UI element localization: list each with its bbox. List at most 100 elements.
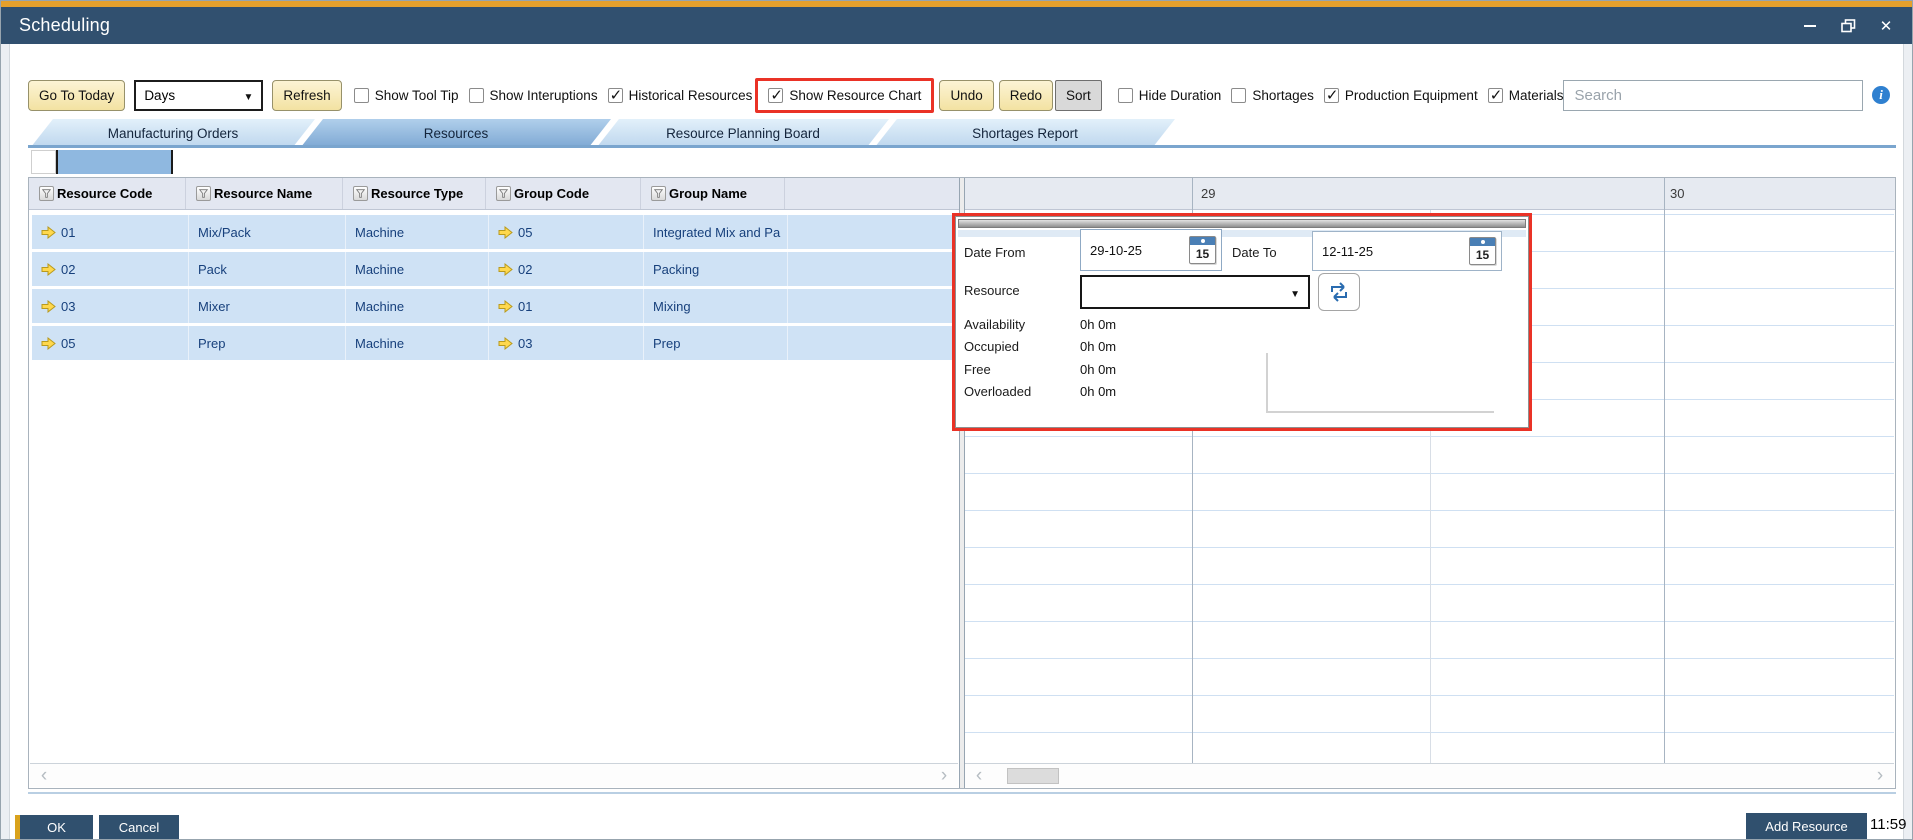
highlight-resource-chart-panel: Date From 29-10-25 15 Date To 12-11-25 1…	[952, 213, 1532, 431]
cell-group-name: Mixing	[653, 299, 691, 314]
table-row[interactable]: 02 Pack Machine 02 Packing	[32, 252, 957, 286]
cell-group-code: 05	[518, 225, 532, 240]
timeline-horizontal-scrollbar[interactable]	[965, 763, 1894, 787]
left-gutter	[1, 44, 10, 839]
checkbox-shortages[interactable]: Shortages	[1231, 88, 1314, 103]
checkbox-box	[608, 88, 623, 103]
table-row[interactable]: 03 Mixer Machine 01 Mixing	[32, 289, 957, 323]
cell-group-name: Integrated Mix and Pa	[653, 225, 780, 240]
occupied-value: 0h 0m	[1080, 339, 1116, 354]
date-to-label: Date To	[1232, 245, 1277, 260]
info-icon[interactable]	[1872, 86, 1890, 104]
tab-shortages-report[interactable]: Shortages Report	[875, 119, 1175, 147]
link-arrow-icon[interactable]	[498, 300, 513, 313]
column-header-resource-name[interactable]: Resource Name	[186, 178, 343, 209]
checkbox-box	[1118, 88, 1133, 103]
column-header-label: Resource Type	[371, 186, 463, 201]
link-arrow-icon[interactable]	[41, 337, 56, 350]
link-arrow-icon[interactable]	[498, 263, 513, 276]
filter-icon[interactable]	[651, 186, 666, 201]
filter-icon[interactable]	[39, 186, 54, 201]
refresh-button[interactable]: Refresh	[272, 80, 341, 111]
scroll-left-icon[interactable]	[34, 764, 54, 788]
filter-icon[interactable]	[353, 186, 368, 201]
cancel-button[interactable]: Cancel	[99, 815, 179, 839]
table-row[interactable]: 01 Mix/Pack Machine 05 Integrated Mix an…	[32, 215, 957, 249]
cell-resource-type: Machine	[355, 336, 404, 351]
add-resource-button[interactable]: Add Resource	[1746, 813, 1867, 839]
scroll-right-icon[interactable]	[934, 764, 954, 788]
checkbox-hide-duration[interactable]: Hide Duration	[1118, 88, 1222, 103]
filter-icon[interactable]	[196, 186, 211, 201]
add-resource-button-label: Add Resource	[1765, 819, 1847, 834]
column-header-label: Group Name	[669, 186, 747, 201]
checkbox-show-tool-tip[interactable]: Show Tool Tip	[354, 88, 459, 103]
link-arrow-icon[interactable]	[498, 226, 513, 239]
checkbox-box	[1231, 88, 1246, 103]
availability-label: Availability	[964, 317, 1025, 332]
minimize-icon[interactable]	[1802, 18, 1818, 34]
cell-group-code: 03	[518, 336, 532, 351]
panel-drag-handle[interactable]	[958, 219, 1526, 228]
checkbox-materials[interactable]: Materials	[1488, 88, 1564, 103]
sort-button[interactable]: Sort	[1055, 80, 1102, 111]
toolbar: Go To Today Days Refresh Show Tool Tip S…	[28, 77, 1890, 113]
date-from-field[interactable]: 29-10-25 15	[1080, 229, 1222, 271]
tab-resource-planning-board[interactable]: Resource Planning Board	[597, 119, 889, 147]
checkbox-historical-resources[interactable]: Historical Resources	[608, 88, 753, 103]
restore-icon[interactable]	[1840, 18, 1856, 34]
redo-button[interactable]: Redo	[999, 80, 1053, 111]
table-horizontal-scrollbar[interactable]	[30, 763, 958, 787]
table-row[interactable]: 05 Prep Machine 03 Prep	[32, 326, 957, 360]
scrollbar-thumb[interactable]	[1007, 768, 1059, 784]
cell-group-name: Packing	[653, 262, 699, 277]
timeline-overview-selection[interactable]	[56, 150, 173, 174]
ok-button-accent	[15, 815, 20, 839]
checkbox-show-interuptions[interactable]: Show Interuptions	[469, 88, 598, 103]
cell-resource-code: 01	[61, 225, 75, 240]
cancel-button-label: Cancel	[119, 820, 159, 835]
checkbox-show-resource-chart[interactable]: Show Resource Chart	[768, 88, 921, 103]
resource-chart-panel: Date From 29-10-25 15 Date To 12-11-25 1…	[955, 216, 1529, 428]
checkbox-box	[469, 88, 484, 103]
resource-select[interactable]	[1080, 275, 1310, 309]
timeline-header: 29 30	[965, 178, 1895, 210]
scroll-left-icon[interactable]	[969, 764, 989, 788]
resources-table: Resource Code Resource Name Resource Typ…	[29, 178, 959, 788]
undo-button[interactable]: Undo	[939, 80, 993, 111]
column-header-label: Resource Code	[57, 186, 152, 201]
interval-select[interactable]: Days	[134, 80, 263, 111]
table-body: 01 Mix/Pack Machine 05 Integrated Mix an…	[32, 215, 957, 363]
checkbox-production-equipment[interactable]: Production Equipment	[1324, 88, 1478, 103]
calendar-icon[interactable]: 15	[1189, 236, 1216, 264]
cell-resource-name: Pack	[198, 262, 227, 277]
column-header-group-name[interactable]: Group Name	[641, 178, 785, 209]
column-header-resource-type[interactable]: Resource Type	[343, 178, 486, 209]
search-input[interactable]	[1563, 80, 1863, 111]
tab-resources[interactable]: Resources	[301, 119, 611, 147]
column-header-resource-code[interactable]: Resource Code	[29, 178, 186, 209]
checkbox-label: Show Resource Chart	[789, 88, 921, 103]
availability-value: 0h 0m	[1080, 317, 1116, 332]
checkbox-label: Show Interuptions	[490, 88, 598, 103]
go-to-today-button[interactable]: Go To Today	[28, 80, 125, 111]
date-to-field[interactable]: 12-11-25 15	[1312, 231, 1502, 271]
ok-button[interactable]: OK	[15, 815, 93, 839]
tab-manufacturing-orders[interactable]: Manufacturing Orders	[31, 119, 315, 147]
overloaded-label: Overloaded	[964, 384, 1031, 399]
cell-resource-name: Prep	[198, 336, 225, 351]
day-label: 30	[1670, 186, 1684, 201]
scroll-right-icon[interactable]	[1870, 764, 1890, 788]
link-arrow-icon[interactable]	[41, 263, 56, 276]
free-label: Free	[964, 362, 991, 377]
window-title: Scheduling	[19, 15, 110, 36]
column-header-group-code[interactable]: Group Code	[486, 178, 641, 209]
refresh-resource-button[interactable]	[1318, 273, 1360, 311]
calendar-icon[interactable]: 15	[1469, 237, 1496, 265]
close-icon[interactable]	[1878, 18, 1894, 34]
link-arrow-icon[interactable]	[498, 337, 513, 350]
link-arrow-icon[interactable]	[41, 300, 56, 313]
link-arrow-icon[interactable]	[41, 226, 56, 239]
filter-icon[interactable]	[496, 186, 511, 201]
free-value: 0h 0m	[1080, 362, 1116, 377]
